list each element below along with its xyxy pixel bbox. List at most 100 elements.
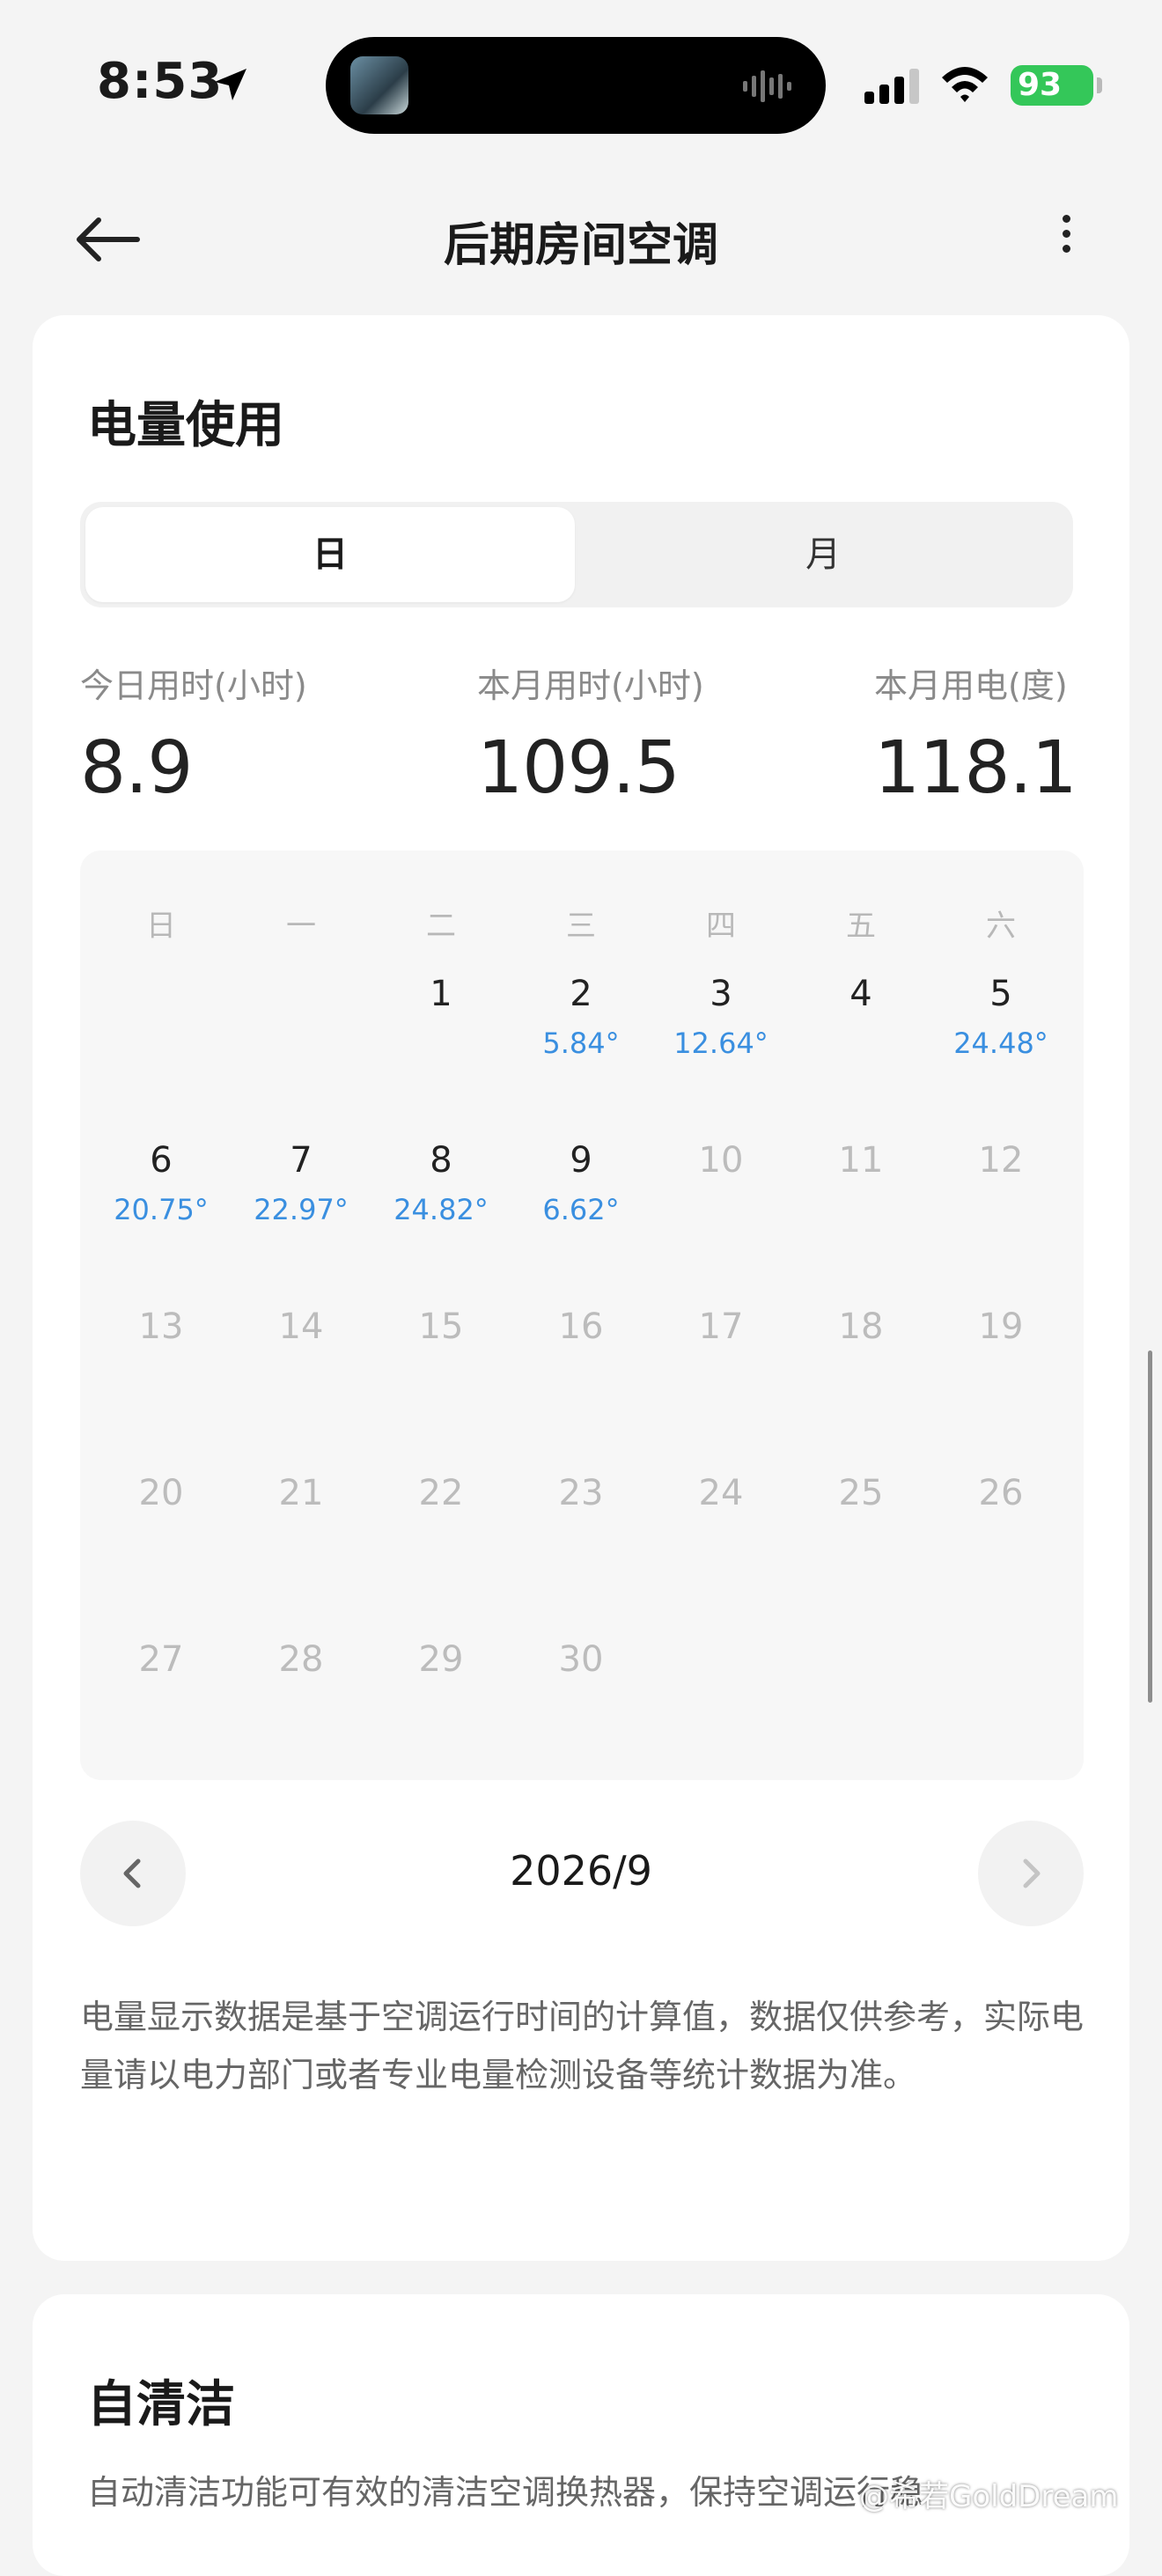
day-number: 23 [558, 1473, 604, 1513]
calendar-day[interactable]: 22 [375, 1473, 507, 1513]
stat-label: 本月用电(度) [874, 666, 1068, 705]
scrollbar[interactable] [1148, 1351, 1152, 1703]
day-number: 8 [430, 1140, 452, 1181]
stat-value: 109.5 [477, 726, 680, 810]
calendar-day[interactable]: 2 5.84° [515, 974, 647, 1060]
dynamic-island[interactable] [326, 37, 826, 134]
calendar-day[interactable]: 5 24.48° [935, 974, 1067, 1060]
day-usage-value: 20.75° [114, 1193, 209, 1226]
day-number: 20 [138, 1473, 184, 1513]
day-number: 4 [849, 974, 872, 1014]
stat-today-hours: 今日用时(小时) 8.9 [80, 659, 307, 810]
day-number: 24 [698, 1473, 744, 1513]
day-usage-value: 6.62° [542, 1193, 620, 1226]
weekday-label: 二 [426, 909, 456, 944]
self-clean-card: 自清洁 自动清洁功能可有效的清洁空调换热器，保持空调运行稳 [33, 2294, 1129, 2576]
weekday-label: 日 [146, 909, 176, 944]
day-usage-value: 24.82° [393, 1193, 489, 1226]
calendar-day[interactable]: 3 12.64° [655, 974, 787, 1060]
day-number: 6 [150, 1140, 173, 1181]
stat-label: 本月用时(小时) [477, 666, 704, 705]
day-number: 12 [978, 1140, 1024, 1181]
calendar-day[interactable]: 20 [95, 1473, 227, 1513]
status-time: 8:53 [97, 53, 224, 110]
more-options-icon[interactable] [1044, 208, 1088, 269]
day-number: 1 [430, 974, 452, 1014]
calendar-day[interactable]: 12 [935, 1140, 1067, 1181]
calendar-day[interactable]: 10 [655, 1140, 787, 1181]
day-number: 28 [278, 1639, 324, 1680]
usage-disclaimer: 电量显示数据是基于空调运行时间的计算值，数据仅供参考，实际电量请以电力部门或者专… [80, 1998, 1085, 2094]
day-number: 18 [838, 1306, 884, 1347]
cellular-signal-icon [864, 69, 919, 104]
day-number: 15 [418, 1306, 464, 1347]
calendar-day[interactable]: 4 [795, 974, 927, 1014]
day-number: 26 [978, 1473, 1024, 1513]
tab-day[interactable]: 日 [85, 507, 575, 602]
day-number: 7 [290, 1140, 313, 1181]
day-number: 17 [698, 1306, 744, 1347]
calendar-day[interactable]: 6 20.75° [95, 1140, 227, 1226]
calendar-day[interactable]: 7 22.97° [235, 1140, 367, 1226]
calendar-day[interactable]: 27 [95, 1639, 227, 1680]
now-playing-thumbnail [350, 56, 408, 114]
weekday-label: 一 [286, 909, 316, 944]
day-number: 10 [698, 1140, 744, 1181]
location-arrow-icon [215, 69, 246, 100]
calendar-day[interactable]: 11 [795, 1140, 927, 1181]
stat-value: 118.1 [874, 726, 1077, 810]
day-number: 3 [710, 974, 732, 1014]
day-number: 22 [418, 1473, 464, 1513]
next-month-button[interactable] [978, 1821, 1084, 1926]
calendar-day[interactable]: 1 [375, 974, 507, 1014]
calendar-day[interactable]: 26 [935, 1473, 1067, 1513]
calendar-day[interactable]: 17 [655, 1306, 787, 1347]
battery-tip [1097, 77, 1102, 93]
chevron-right-icon [1023, 1858, 1041, 1888]
weekday-label: 三 [566, 909, 596, 944]
calendar-day[interactable]: 29 [375, 1639, 507, 1680]
clean-description: 自动清洁功能可有效的清洁空调换热器，保持空调运行稳 [87, 2473, 924, 2512]
usage-title: 电量使用 [87, 397, 284, 454]
weekday-label: 四 [706, 909, 736, 944]
usage-calendar: 日 一 二 三 四 五 六 1 2 5.84° 3 12.64° 4 5 24.48° 6 20.… [80, 850, 1084, 1780]
calendar-day[interactable]: 23 [515, 1473, 647, 1513]
wifi-icon [942, 67, 988, 102]
power-usage-card: 电量使用 日 月 今日用时(小时) 8.9 本月用时(小时) 109.5 本月用… [33, 315, 1129, 2261]
current-month-label: 2026/9 [510, 1847, 652, 1895]
calendar-day[interactable]: 28 [235, 1639, 367, 1680]
calendar-day[interactable]: 25 [795, 1473, 927, 1513]
day-number: 25 [838, 1473, 884, 1513]
calendar-day[interactable]: 30 [515, 1639, 647, 1680]
calendar-day[interactable]: 18 [795, 1306, 927, 1347]
calendar-day[interactable]: 21 [235, 1473, 367, 1513]
calendar-day[interactable]: 13 [95, 1306, 227, 1347]
day-number: 11 [838, 1140, 884, 1181]
day-number: 21 [278, 1473, 324, 1513]
calendar-day[interactable]: 16 [515, 1306, 647, 1347]
calendar-day[interactable]: 9 6.62° [515, 1140, 647, 1226]
day-number: 29 [418, 1639, 464, 1680]
day-usage-value: 5.84° [542, 1027, 620, 1060]
calendar-day[interactable]: 15 [375, 1306, 507, 1347]
day-usage-value: 12.64° [673, 1027, 769, 1060]
stat-label: 今日用时(小时) [80, 666, 307, 705]
watermark: @希若GoldDream [859, 2479, 1119, 2514]
day-number: 13 [138, 1306, 184, 1347]
day-usage-value: 24.48° [953, 1027, 1048, 1060]
tab-month[interactable]: 月 [578, 507, 1068, 602]
calendar-day[interactable]: 19 [935, 1306, 1067, 1347]
audio-wave-icon [743, 70, 791, 102]
day-number: 16 [558, 1306, 604, 1347]
stat-value: 8.9 [80, 726, 193, 810]
battery-level: 93 [1018, 67, 1063, 103]
calendar-day[interactable]: 8 24.82° [375, 1140, 507, 1226]
day-number: 2 [570, 974, 592, 1014]
clean-title: 自清洁 [87, 2376, 235, 2433]
day-number: 19 [978, 1306, 1024, 1347]
calendar-day[interactable]: 24 [655, 1473, 787, 1513]
weekday-label: 六 [986, 909, 1016, 944]
battery-indicator: 93 [1011, 65, 1093, 106]
calendar-day[interactable]: 14 [235, 1306, 367, 1347]
status-bar: 8:53 93 [0, 0, 1162, 167]
